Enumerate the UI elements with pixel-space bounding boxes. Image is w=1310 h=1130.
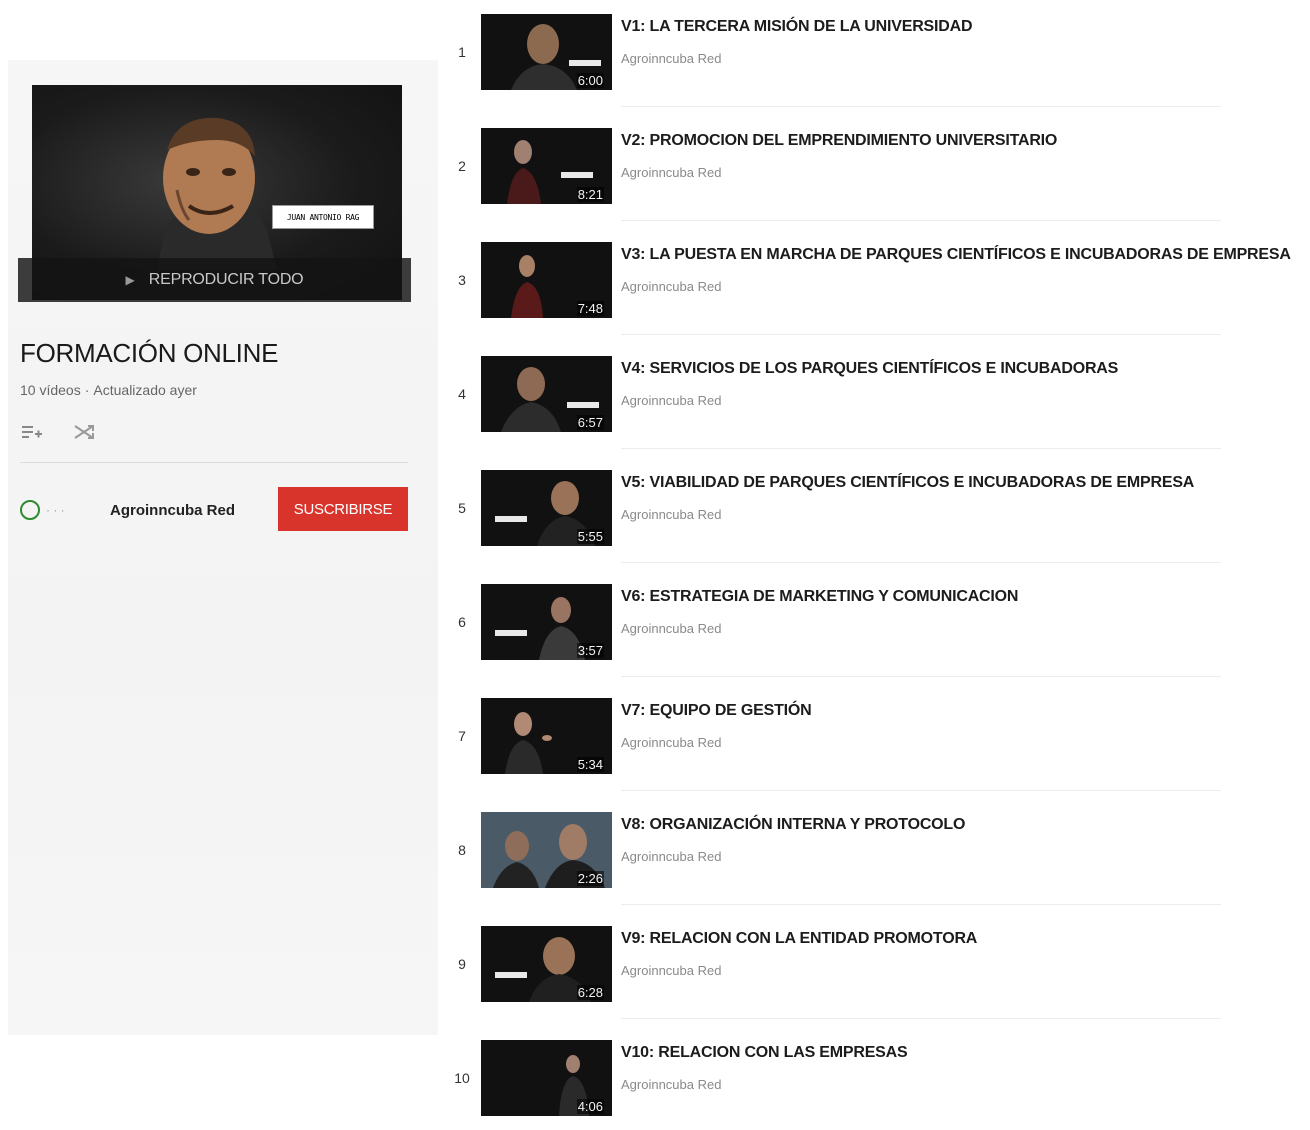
thumbnail-caption-bar xyxy=(495,972,527,978)
video-thumbnail[interactable]: 3:57 xyxy=(481,584,612,660)
video-thumbnail[interactable]: 6:28 xyxy=(481,926,612,1002)
sidebar-divider xyxy=(20,462,408,463)
video-thumbnail[interactable]: 6:00 xyxy=(481,14,612,90)
video-thumbnail[interactable]: 8:21 xyxy=(481,128,612,204)
video-duration: 5:34 xyxy=(576,757,604,772)
video-item-4[interactable]: 4 6:57 V4: SERVICIOS DE LOS PARQUES CIEN… xyxy=(450,356,1310,436)
video-duration: 6:00 xyxy=(576,73,604,88)
video-title[interactable]: V4: SERVICIOS DE LOS PARQUES CIENTÍFICOS… xyxy=(621,360,1118,378)
video-index: 2 xyxy=(458,158,466,174)
play-all-label: REPRODUCIR TODO xyxy=(148,271,304,288)
video-item-5[interactable]: 5 5:55 V5: VIABILIDAD DE PARQUES CIENTÍF… xyxy=(450,470,1310,550)
video-channel[interactable]: Agroinncuba Red xyxy=(621,621,721,636)
video-item-10[interactable]: 10 4:06 V10: RELACION CON LAS EMPRESAS A… xyxy=(450,1040,1310,1120)
thumbnail-caption-bar xyxy=(561,172,593,178)
video-duration: 4:06 xyxy=(576,1099,604,1114)
video-index: 7 xyxy=(458,728,466,744)
video-item-3[interactable]: 3 7:48 V3: LA PUESTA EN MARCHA DE PARQUE… xyxy=(450,242,1310,322)
list-separator xyxy=(621,562,1221,563)
list-separator xyxy=(621,220,1221,221)
video-count: 10 vídeos xyxy=(20,382,81,398)
list-separator xyxy=(621,676,1221,677)
list-separator xyxy=(621,1018,1221,1019)
video-item-9[interactable]: 9 6:28 V9: RELACION CON LA ENTIDAD PROMO… xyxy=(450,926,1310,1006)
video-channel[interactable]: Agroinncuba Red xyxy=(621,735,721,750)
channel-name[interactable]: Agroinncuba Red xyxy=(110,502,235,519)
thumbnail-caption-bar xyxy=(567,402,599,408)
add-to-playlist-icon[interactable] xyxy=(20,420,44,444)
list-separator xyxy=(621,790,1221,791)
video-index: 8 xyxy=(458,842,466,858)
list-separator xyxy=(621,904,1221,905)
video-title[interactable]: V3: LA PUESTA EN MARCHA DE PARQUES CIENT… xyxy=(621,246,1291,264)
video-title[interactable]: V2: PROMOCION DEL EMPRENDIMIENTO UNIVERS… xyxy=(621,132,1057,150)
subscribe-button[interactable]: SUSCRIBIRSE xyxy=(278,487,408,531)
avatar[interactable] xyxy=(20,500,40,520)
video-thumbnail[interactable]: 6:57 xyxy=(481,356,612,432)
video-channel[interactable]: Agroinncuba Red xyxy=(621,279,721,294)
video-thumbnail[interactable]: 5:55 xyxy=(481,470,612,546)
updated-text: Actualizado ayer xyxy=(93,382,197,398)
video-channel[interactable]: Agroinncuba Red xyxy=(621,963,721,978)
video-item-6[interactable]: 6 3:57 V6: ESTRATEGIA DE MARKETING Y COM… xyxy=(450,584,1310,664)
video-duration: 5:55 xyxy=(576,529,604,544)
video-channel[interactable]: Agroinncuba Red xyxy=(621,849,721,864)
video-title[interactable]: V1: LA TERCERA MISIÓN DE LA UNIVERSIDAD xyxy=(621,18,973,36)
list-separator xyxy=(621,106,1221,107)
video-duration: 6:28 xyxy=(576,985,604,1000)
avatar-placeholder: · · · xyxy=(46,503,65,517)
video-index: 3 xyxy=(458,272,466,288)
video-duration: 8:21 xyxy=(576,187,604,202)
hero-caption: JUAN ANTONIO RAG xyxy=(272,205,374,229)
video-duration: 7:48 xyxy=(576,301,604,316)
shuffle-icon[interactable] xyxy=(72,420,96,444)
video-item-1[interactable]: 1 6:00 V1: LA TERCERA MISIÓN DE LA UNIVE… xyxy=(450,14,1310,94)
video-index: 10 xyxy=(454,1070,470,1086)
video-title[interactable]: V6: ESTRATEGIA DE MARKETING Y COMUNICACI… xyxy=(621,588,1018,606)
video-index: 5 xyxy=(458,500,466,516)
video-index: 4 xyxy=(458,386,466,402)
video-thumbnail[interactable]: 7:48 xyxy=(481,242,612,318)
channel-owner-row: · · · Agroinncuba Red SUSCRIBIRSE xyxy=(20,487,410,533)
playlist-meta: 10 vídeos · Actualizado ayer xyxy=(20,382,197,398)
video-item-7[interactable]: 7 5:34 V7: EQUIPO DE GESTIÓN Agroinncuba… xyxy=(450,698,1310,778)
video-title[interactable]: V7: EQUIPO DE GESTIÓN xyxy=(621,702,812,720)
video-title[interactable]: V10: RELACION CON LAS EMPRESAS xyxy=(621,1044,908,1062)
video-thumbnail[interactable]: 2:26 xyxy=(481,812,612,888)
video-index: 1 xyxy=(458,44,466,60)
video-channel[interactable]: Agroinncuba Red xyxy=(621,507,721,522)
video-title[interactable]: V9: RELACION CON LA ENTIDAD PROMOTORA xyxy=(621,930,977,948)
hero-presenter-image xyxy=(157,117,277,270)
playlist-title: FORMACIÓN ONLINE xyxy=(20,338,279,368)
video-item-2[interactable]: 2 8:21 V2: PROMOCION DEL EMPRENDIMIENTO … xyxy=(450,128,1310,208)
thumbnail-caption-bar xyxy=(495,516,527,522)
video-index: 6 xyxy=(458,614,466,630)
thumbnail-caption-bar xyxy=(569,60,601,66)
video-title[interactable]: V8: ORGANIZACIÓN INTERNA Y PROTOCOLO xyxy=(621,816,965,834)
list-separator xyxy=(621,334,1221,335)
play-icon: ▶ xyxy=(125,273,135,287)
video-title[interactable]: V5: VIABILIDAD DE PARQUES CIENTÍFICOS E … xyxy=(621,474,1194,492)
video-channel[interactable]: Agroinncuba Red xyxy=(621,51,721,66)
video-channel[interactable]: Agroinncuba Red xyxy=(621,1077,721,1092)
list-separator xyxy=(621,448,1221,449)
video-duration: 6:57 xyxy=(576,415,604,430)
video-duration: 2:26 xyxy=(576,871,604,886)
play-all-button[interactable]: ▶ REPRODUCIR TODO xyxy=(18,258,411,302)
thumbnail-caption-bar xyxy=(495,630,527,636)
video-thumbnail[interactable]: 5:34 xyxy=(481,698,612,774)
video-channel[interactable]: Agroinncuba Red xyxy=(621,393,721,408)
video-channel[interactable]: Agroinncuba Red xyxy=(621,165,721,180)
video-index: 9 xyxy=(458,956,466,972)
meta-separator: · xyxy=(84,382,90,398)
playlist-actions xyxy=(20,420,96,444)
video-duration: 3:57 xyxy=(576,643,604,658)
video-item-8[interactable]: 8 2:26 V8: ORGANIZACIÓN INTERNA Y PROTOC… xyxy=(450,812,1310,892)
video-thumbnail[interactable]: 4:06 xyxy=(481,1040,612,1116)
